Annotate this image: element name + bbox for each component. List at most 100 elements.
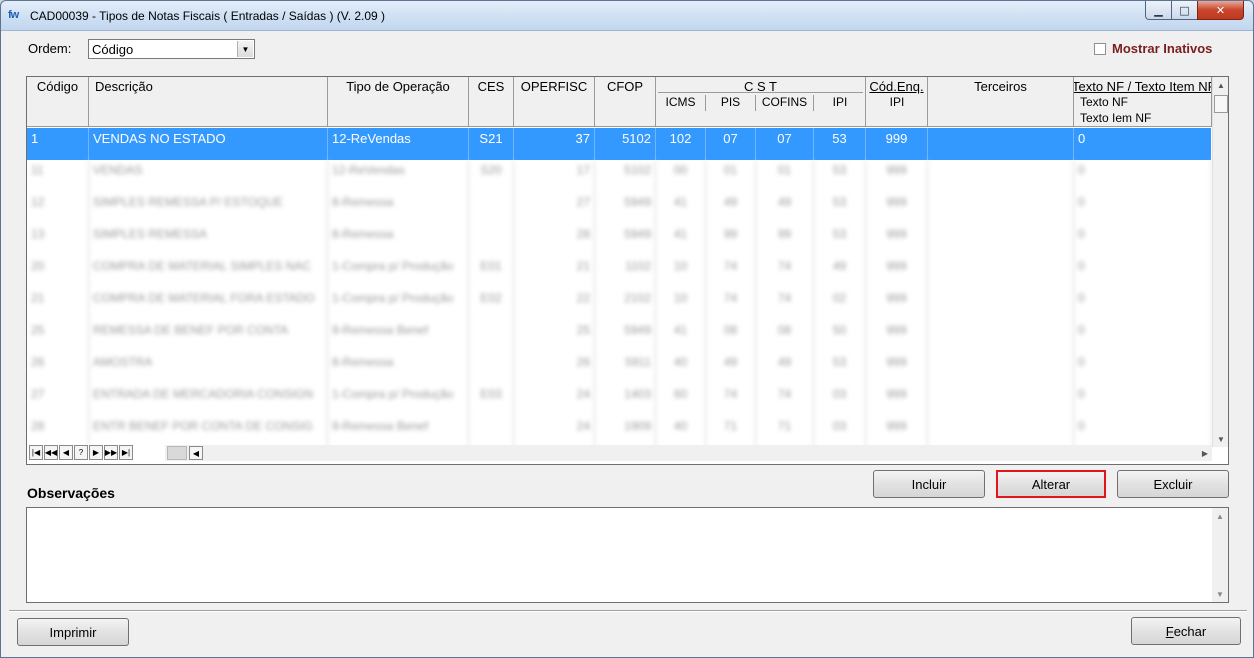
- mostrar-inativos-label: Mostrar Inativos: [1112, 41, 1213, 56]
- table-cell-icms: 41: [656, 320, 706, 352]
- incluir-button[interactable]: Incluir: [873, 470, 985, 498]
- table-cell-codigo: 12: [27, 192, 89, 224]
- nav-next-button[interactable]: ▶: [89, 445, 103, 460]
- table-row[interactable]: 26 AMOSTRA 8-Remessa 26 5911 40 49 49 53 999 0: [27, 352, 1212, 384]
- ordem-select[interactable]: Código ▼: [88, 39, 255, 59]
- table-cell-cofins: 49: [756, 352, 814, 384]
- table-cell-icms: 10: [656, 288, 706, 320]
- table-cell-ces: S20: [469, 160, 514, 192]
- table-cell-pis: 08: [706, 320, 756, 352]
- observacoes-textarea[interactable]: ▲ ▼: [26, 507, 1229, 603]
- table-cell-icms: 00: [656, 160, 706, 192]
- table-cell-cofins: 74: [756, 384, 814, 416]
- footer-divider: [9, 610, 1247, 612]
- table-cell-cofins: 08: [756, 320, 814, 352]
- col-header-codigo[interactable]: Código: [27, 77, 89, 127]
- hscroll-thumb[interactable]: [167, 446, 187, 460]
- table-cell-enq: 999: [866, 256, 928, 288]
- scroll-right-icon[interactable]: ▶: [1198, 446, 1212, 460]
- mostrar-inativos-toggle[interactable]: Mostrar Inativos: [1094, 41, 1212, 56]
- table-row[interactable]: 28 ENTR BENEF POR CONTA DE CONSIG 9-Remess…: [27, 416, 1212, 448]
- minimize-button[interactable]: ▁: [1145, 1, 1172, 20]
- table-row[interactable]: 13 SIMPLES REMESSA 8-Remessa 28 5949 41 99 99 53…: [27, 224, 1212, 256]
- nav-prev-button[interactable]: ◀: [59, 445, 73, 460]
- imprimir-button[interactable]: Imprimir: [17, 618, 129, 646]
- table-cell-pis: 71: [706, 416, 756, 448]
- col-header-cofins: COFINS: [756, 95, 814, 111]
- table-cell-cfop: 2102: [595, 288, 656, 320]
- col-header-cfop[interactable]: CFOP: [595, 77, 656, 127]
- tipos-notas-grid[interactable]: Código Descrição Tipo de Operação CES OP…: [26, 76, 1229, 465]
- table-cell-pis: 01: [706, 160, 756, 192]
- table-cell-cofins: 74: [756, 288, 814, 320]
- col-header-texto-nf[interactable]: Texto NF / Texto Item NF Texto NF Texto …: [1074, 77, 1212, 127]
- table-cell-texto: 0: [1074, 256, 1212, 288]
- observacoes-scrollbar[interactable]: ▲ ▼: [1212, 508, 1228, 602]
- scroll-thumb[interactable]: [1214, 95, 1228, 113]
- table-cell-ipi: 03: [814, 416, 866, 448]
- table-cell-enq: 999: [866, 384, 928, 416]
- table-cell-ipi: 53: [814, 224, 866, 256]
- table-cell-cofins: 01: [756, 160, 814, 192]
- scroll-up-icon[interactable]: ▲: [1213, 77, 1228, 93]
- table-cell-cfop: 1102: [595, 256, 656, 288]
- maximize-button[interactable]: □: [1171, 1, 1198, 20]
- nav-search-button[interactable]: ?: [74, 445, 88, 460]
- excluir-button[interactable]: Excluir: [1117, 470, 1229, 498]
- table-cell-ipi: 53: [814, 160, 866, 192]
- nav-next-page-button[interactable]: ▶▶: [104, 445, 118, 460]
- table-row[interactable]: 11 VENDAS 12-ReVendas S20 17 5102 00 01 01 53 999 0: [27, 160, 1212, 192]
- table-cell-tipo: 8-Remessa: [328, 352, 469, 384]
- col-header-ces[interactable]: CES: [469, 77, 514, 127]
- col-header-descricao[interactable]: Descrição: [89, 77, 328, 127]
- fechar-button[interactable]: Fechar: [1131, 617, 1241, 645]
- table-cell-terceiros: [928, 288, 1074, 320]
- table-cell-descricao: COMPRA DE MATERIAL FORA ESTADO: [89, 288, 328, 320]
- mostrar-inativos-checkbox[interactable]: [1094, 42, 1106, 55]
- table-row[interactable]: 12 SIMPLES REMESSA P/ ESTOQUE 8-Remessa 27 5…: [27, 192, 1212, 224]
- col-header-operfisc[interactable]: OPERFISC: [514, 77, 595, 127]
- table-cell-ces: E03: [469, 384, 514, 416]
- col-header-tipo-operacao[interactable]: Tipo de Operação: [328, 77, 469, 127]
- table-cell-ipi: 50: [814, 320, 866, 352]
- table-cell-enq: 999: [866, 224, 928, 256]
- table-cell-ces: [469, 416, 514, 448]
- table-row[interactable]: 27 ENTRADA DE MERCADORIA CONSIGN 1-Compra …: [27, 384, 1212, 416]
- table-cell-enq: 999: [866, 352, 928, 384]
- table-cell-descricao: SIMPLES REMESSA P/ ESTOQUE: [89, 192, 328, 224]
- table-cell-operfisc: 27: [514, 192, 595, 224]
- col-header-icms: ICMS: [656, 95, 706, 111]
- table-cell-ipi: 02: [814, 288, 866, 320]
- table-cell-cofins: 99: [756, 224, 814, 256]
- grid-horizontal-scrollbar[interactable]: ◀ ▶: [165, 445, 1212, 461]
- chevron-down-icon[interactable]: ▼: [237, 41, 253, 57]
- grid-vertical-scrollbar[interactable]: ▲ ▼: [1212, 77, 1228, 447]
- scroll-down-icon[interactable]: ▼: [1213, 431, 1228, 447]
- col-header-cod-enq[interactable]: Cód.Enq. IPI: [866, 77, 928, 127]
- table-cell-terceiros: [928, 320, 1074, 352]
- col-header-pis: PIS: [706, 95, 756, 111]
- alterar-button[interactable]: Alterar: [996, 470, 1106, 498]
- table-cell-terceiros: [928, 256, 1074, 288]
- scroll-left-icon[interactable]: ◀: [189, 446, 203, 460]
- col-header-terceiros[interactable]: Terceiros: [928, 77, 1074, 127]
- table-cell-operfisc: 22: [514, 288, 595, 320]
- table-cell-cfop: 5949: [595, 320, 656, 352]
- col-header-cst[interactable]: C S T ICMS PIS COFINS IPI: [656, 77, 866, 127]
- nav-last-button[interactable]: ▶|: [119, 445, 133, 460]
- table-cell-enq: 999: [866, 160, 928, 192]
- table-row[interactable]: 25 REMESSA DE BENEF POR CONTA 9-Remessa Be…: [27, 320, 1212, 352]
- close-window-button[interactable]: ✕: [1197, 1, 1244, 20]
- table-cell-pis: 74: [706, 288, 756, 320]
- obs-scroll-down-icon[interactable]: ▼: [1212, 586, 1228, 602]
- table-row-selected[interactable]: 1 VENDAS NO ESTADO 12-ReVendas S21 37 51…: [27, 128, 1211, 160]
- ordem-value: Código: [92, 42, 134, 57]
- table-cell-texto: 0: [1074, 288, 1212, 320]
- nav-prev-page-button[interactable]: ◀◀: [44, 445, 58, 460]
- obs-scroll-up-icon[interactable]: ▲: [1212, 508, 1228, 524]
- nav-first-button[interactable]: |◀: [29, 445, 43, 460]
- table-cell-ces: [469, 320, 514, 352]
- table-cell-tipo: 1-Compra p/ Produção: [328, 288, 469, 320]
- table-row[interactable]: 21 COMPRA DE MATERIAL FORA ESTADO 1-Compra…: [27, 288, 1212, 320]
- table-row[interactable]: 20 COMPRA DE MATERIAL SIMPLES NAC 1-Compra…: [27, 256, 1212, 288]
